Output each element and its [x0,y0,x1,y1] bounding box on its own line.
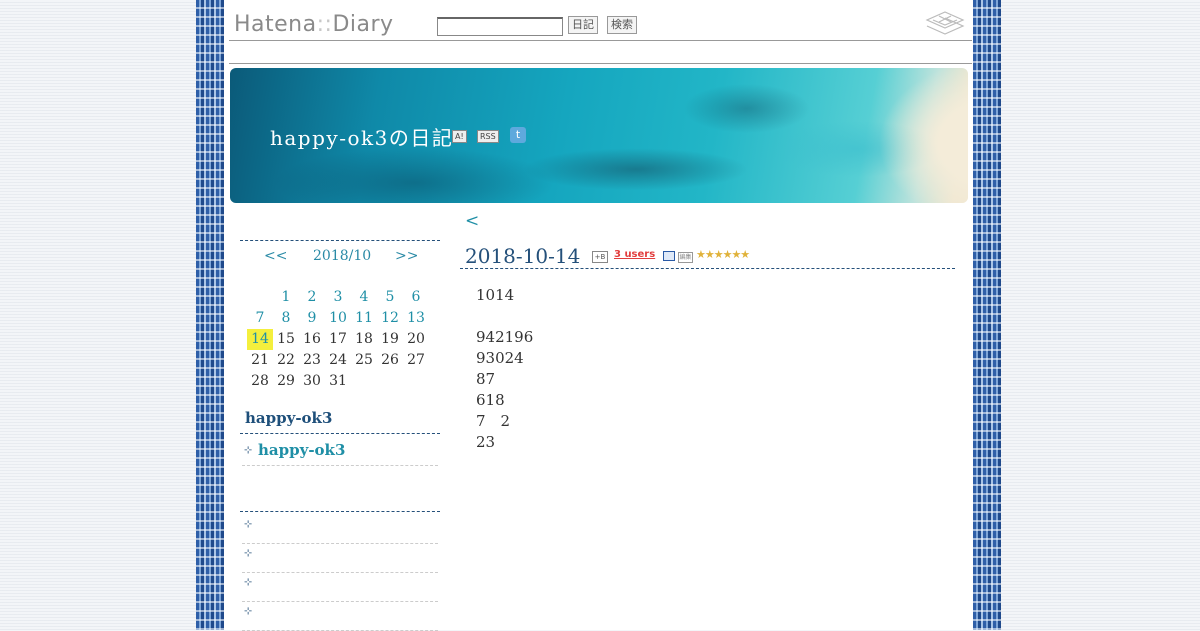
bullet-icon: ⊹ [244,445,253,456]
calendar-day[interactable]: 5 [377,287,403,308]
blog-title[interactable]: happy-ok3の日記 [270,122,453,151]
header-divider-lower [229,63,972,64]
calendar-day[interactable]: 2 [299,287,325,308]
sidebar-divider [240,433,440,434]
calendar-day[interactable]: 4 [351,287,377,308]
hatena-diary-logo[interactable]: Hatena::Diary [234,12,394,37]
entry-line: 618 [476,391,505,409]
antenna-icon[interactable]: A! [452,130,467,143]
calendar-day: 24 [329,352,347,368]
entry-line: 23 [476,433,496,451]
bullet-icon: ⊹ [244,519,253,530]
calendar-next-link[interactable]: >> [395,248,418,264]
hatena-mark-icon [925,11,965,35]
entry-header: 2018-10-14 +B 3 users 編集 ★★★★★★ [460,242,955,269]
sidebar-title: happy-ok3 [245,409,333,427]
entry-date[interactable]: 2018-10-14 [465,244,580,268]
logo-separator: :: [316,12,333,37]
sidebar-divider-2 [240,511,440,512]
entry-line: 93024 [476,349,524,367]
edit-icon[interactable]: 編集 [678,252,693,263]
entry-line: 87 [476,370,496,388]
entry-line: 1014 [476,286,515,304]
calendar-day: 29 [277,373,295,389]
calendar-week-row: 21 22 23 24 25 26 27 [248,350,438,371]
rss-icon[interactable]: RSS [477,130,499,143]
calendar-week-row: 123456 [248,287,438,308]
diary-search-button[interactable]: 日記 [568,16,598,34]
calendar-day: 26 [381,352,399,368]
calendar-week-row: 28 29 30 31 [248,371,438,392]
calendar-day[interactable]: 10 [325,308,351,329]
comment-icon[interactable] [663,251,675,261]
calendar-day: 19 [381,331,399,347]
calendar-day[interactable]: 9 [299,308,325,329]
calendar-day: 16 [303,331,321,347]
calendar-day: 31 [329,373,347,389]
calendar-day: 25 [355,352,373,368]
search-button[interactable]: 検索 [607,16,637,34]
twitter-icon[interactable]: t [510,127,526,143]
header-divider [229,40,972,41]
sidebar-item[interactable]: ⊹ [242,544,438,573]
bullet-icon: ⊹ [244,606,253,617]
calendar-week-row: 14 15 16 17 18 19 20 [247,329,438,350]
sidebar-item[interactable]: ⊹ [242,573,438,602]
calendar-day: 17 [329,331,347,347]
calendar-day: 20 [407,331,425,347]
calendar-day[interactable]: 13 [403,308,429,329]
calendar-prev-link[interactable]: << [264,248,287,264]
calendar-day: 21 [251,352,269,368]
calendar-day: 30 [303,373,321,389]
entry-body: 1014 942196 93024 87 618 7 2 23 [476,285,533,453]
calendar-day[interactable]: 8 [273,308,299,329]
left-decorative-border [196,0,224,630]
calendar-grid: 1 2 3 4 5 6 7 8 9 10 11 12 13 14 15 16 17 18 19 20 21 22 23 24 2… [247,287,438,392]
calendar-nav: << 2018/10 >> [240,240,440,271]
bullet-icon: ⊹ [244,577,253,588]
star-rating[interactable]: ★★★★★★ [696,248,750,261]
calendar-day: 18 [355,331,373,347]
calendar-day[interactable]: 1 [273,287,299,308]
blog-banner: happy-ok3の日記 A! RSS t [230,68,968,203]
calendar-day: 23 [303,352,321,368]
calendar-day[interactable]: 12 [377,308,403,329]
sidebar-link-row: ⊹ happy-ok3 [242,441,438,466]
sidebar-link-happy-ok3[interactable]: happy-ok3 [258,441,345,459]
entry-line: 7 2 [476,412,511,430]
calendar-day: 28 [251,373,269,389]
page-container: Hatena::Diary 日記 検索 happy-ok3の日記 A! RSS … [224,0,973,631]
sidebar-item[interactable]: ⊹ [242,515,438,544]
entry-line [476,306,533,327]
calendar-day: 15 [277,331,295,347]
calendar-week-row: 7 8 9 10 11 12 13 [248,308,438,329]
entry-line: 942196 [476,328,534,346]
calendar-day[interactable]: 3 [325,287,351,308]
calendar-day[interactable]: 11 [351,308,377,329]
prev-entry-link[interactable]: < [465,211,479,231]
bookmark-users-badge[interactable]: 3 users [614,249,655,260]
logo-sub-text: Diary [332,12,394,37]
sidebar-item[interactable]: ⊹ [242,602,438,631]
hatena-bookmark-add-icon[interactable]: +B [592,251,608,263]
logo-main-text: Hatena [234,12,317,37]
calendar-day[interactable]: 14 [247,329,273,350]
right-decorative-border [973,0,1001,630]
calendar-day: 22 [277,352,295,368]
calendar-day[interactable]: 6 [403,287,429,308]
calendar-day[interactable]: 7 [247,308,273,329]
bullet-icon: ⊹ [244,548,253,559]
calendar-month-link[interactable]: 2018/10 [313,248,371,264]
search-input[interactable] [437,17,563,36]
calendar-day: 27 [407,352,425,368]
